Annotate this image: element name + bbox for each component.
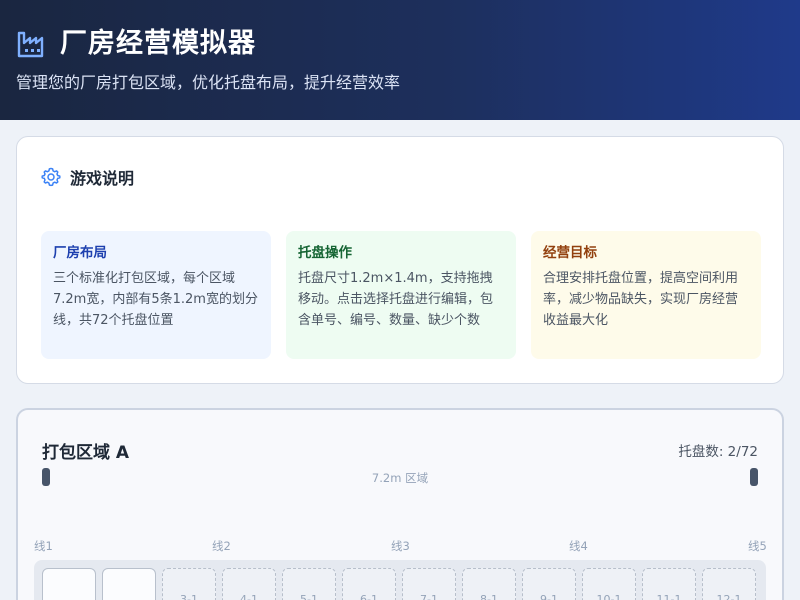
app-header: 厂房经营模拟器 管理您的厂房打包区域，优化托盘布局，提升经营效率	[0, 0, 800, 120]
pallet-slot-track: 3-1 4-1 5-1 6-1 7-1 8-1 9-1 10-1 11-1 12…	[34, 560, 766, 600]
slot-label: 8-1	[480, 593, 498, 600]
pallet-slot[interactable]: 12-1	[702, 568, 756, 600]
factory-icon	[17, 31, 44, 58]
slot-label: 6-1	[360, 593, 378, 600]
slot-label: 11-1	[656, 593, 682, 600]
slot-label: 4-1	[240, 593, 258, 600]
panel-business-goal: 经营目标 合理安排托盘位置，提高空间利用率，减少物品缺失，实现厂房经营收益最大化	[531, 231, 761, 359]
pallet-slot[interactable]: 4-1	[222, 568, 276, 600]
divider-line-label: 线3	[391, 539, 410, 553]
page-subtitle: 管理您的厂房打包区域，优化托盘布局，提升经营效率	[16, 73, 401, 92]
instructions-heading: 游戏说明	[41, 165, 134, 189]
pallet-slot[interactable]: 6-1	[342, 568, 396, 600]
slot-label: 12-1	[716, 593, 742, 600]
slot-label: 7-1	[420, 593, 438, 600]
panel-pallet-operations: 托盘操作 托盘尺寸1.2m×1.4m，支持拖拽移动。点击选择托盘进行编辑，包含单…	[286, 231, 516, 359]
pallet-slot[interactable]: 8-1	[462, 568, 516, 600]
divider-line-label: 线4	[569, 539, 588, 553]
slot-label: 10-1	[596, 593, 622, 600]
page-title: 厂房经营模拟器	[60, 28, 256, 59]
pallet-count: 托盘数: 2/72	[678, 444, 758, 460]
pallet[interactable]	[42, 568, 96, 600]
pallet-slot[interactable]: 7-1	[402, 568, 456, 600]
zone-resize-handle-right[interactable]	[750, 468, 758, 486]
header-title-row: 厂房经营模拟器	[16, 26, 256, 62]
packing-zone-a: 打包区域 A 托盘数: 2/72 7.2m 区域 线1 线2 线3 线4 线5 …	[16, 408, 784, 600]
pallet-slot[interactable]: 9-1	[522, 568, 576, 600]
panel-title: 托盘操作	[298, 245, 352, 261]
panel-title: 厂房布局	[53, 245, 107, 261]
divider-line-label: 线5	[748, 539, 767, 553]
zone-width-label: 7.2m 区域	[371, 471, 429, 485]
gear-icon	[41, 167, 61, 187]
panel-factory-layout: 厂房布局 三个标准化打包区域，每个区域7.2m宽，内部有5条1.2m宽的划分线，…	[41, 231, 271, 359]
panel-body: 合理安排托盘位置，提高空间利用率，减少物品缺失，实现厂房经营收益最大化	[543, 271, 739, 328]
divider-line-label: 线1	[34, 539, 53, 553]
zone-title: 打包区域 A	[42, 443, 130, 463]
pallet-slot[interactable]: 3-1	[162, 568, 216, 600]
slot-label: 3-1	[180, 593, 198, 600]
pallet-slot[interactable]: 10-1	[582, 568, 636, 600]
pallet[interactable]	[102, 568, 156, 600]
pallet-slot[interactable]: 11-1	[642, 568, 696, 600]
panel-title: 经营目标	[543, 245, 597, 261]
instructions-title: 游戏说明	[70, 169, 135, 188]
panel-body: 托盘尺寸1.2m×1.4m，支持拖拽移动。点击选择托盘进行编辑，包含单号、编号、…	[298, 271, 494, 328]
slot-label: 5-1	[300, 593, 318, 600]
pallet-slot[interactable]: 5-1	[282, 568, 336, 600]
divider-line-label: 线2	[212, 539, 231, 553]
instructions-card: 游戏说明 厂房布局 三个标准化打包区域，每个区域7.2m宽，内部有5条1.2m宽…	[16, 136, 784, 384]
panel-body: 三个标准化打包区域，每个区域7.2m宽，内部有5条1.2m宽的划分线，共72个托…	[53, 271, 258, 328]
slot-label: 9-1	[540, 593, 558, 600]
